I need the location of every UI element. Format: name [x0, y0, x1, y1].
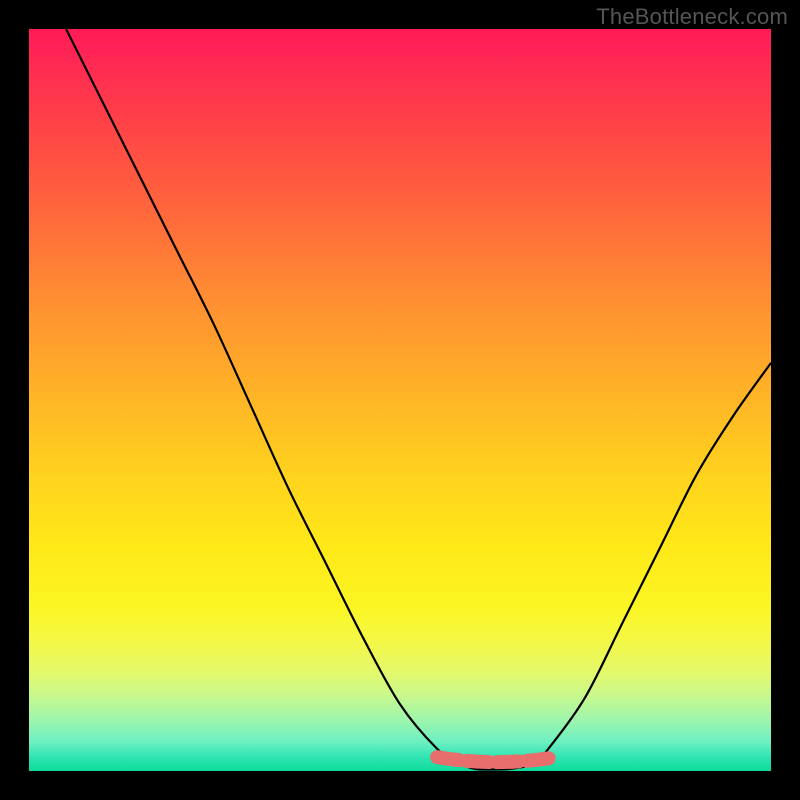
- plot-area: [29, 29, 771, 771]
- watermark-text: TheBottleneck.com: [596, 4, 788, 30]
- chart-svg: [29, 29, 771, 771]
- accent-sausage-path: [437, 757, 556, 762]
- bottleneck-curve-path: [66, 29, 771, 770]
